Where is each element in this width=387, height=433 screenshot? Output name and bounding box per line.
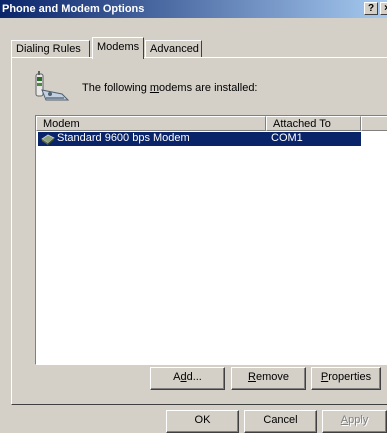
modem-list[interactable]: Modem Attached To Standard 9600 bps Mode… (35, 115, 387, 365)
window-title: Phone and Modem Options (2, 3, 145, 15)
modem-name: Standard 9600 bps Modem (57, 132, 190, 144)
apply-button[interactable]: Apply (322, 410, 387, 433)
table-row[interactable]: Standard 9600 bps Modem COM1 (38, 132, 361, 146)
help-button[interactable]: ? (364, 2, 378, 15)
properties-button[interactable]: Properties (311, 367, 381, 390)
add-button[interactable]: Add... (150, 367, 225, 390)
column-header-filler (361, 116, 387, 131)
column-header-attached-to[interactable]: Attached To (266, 116, 361, 131)
active-tab-joint (93, 56, 142, 59)
close-button[interactable]: × (380, 2, 387, 15)
column-header-modem[interactable]: Modem (36, 116, 266, 131)
cancel-button[interactable]: Cancel (244, 410, 317, 433)
remove-button[interactable]: Remove (231, 367, 306, 390)
info-text: The following modems are installed: (82, 82, 258, 94)
title-bar[interactable]: Phone and Modem Options ? × (0, 0, 387, 18)
modem-port: COM1 (271, 132, 303, 144)
tab-advanced[interactable]: Advanced (145, 40, 202, 58)
ok-button[interactable]: OK (166, 410, 239, 433)
modem-icon (41, 133, 55, 145)
tab-dialing-rules[interactable]: Dialing Rules (11, 40, 90, 58)
phone-modem-icon (34, 70, 70, 104)
